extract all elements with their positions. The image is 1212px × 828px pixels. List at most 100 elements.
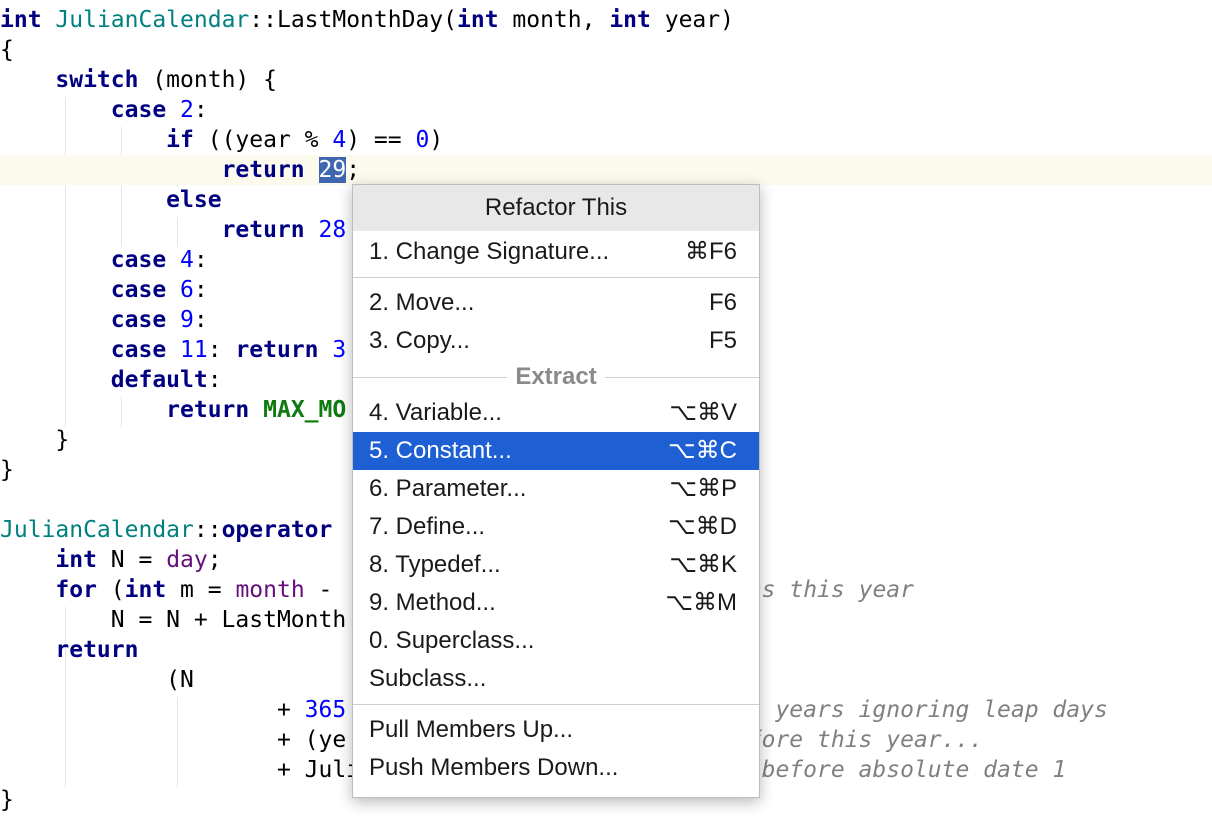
menu-item-shortcut: ⌥⌘M xyxy=(665,589,737,616)
code-token: 0 xyxy=(415,127,430,153)
menu-item-push-members-down[interactable]: Push Members Down... xyxy=(353,749,759,787)
menu-item-label: 4. Variable... xyxy=(369,399,502,426)
code-token: int xyxy=(0,7,42,33)
code-token: return xyxy=(235,337,319,363)
code-token: - xyxy=(304,577,347,603)
menu-item-shortcut: F6 xyxy=(708,289,737,316)
code-token: 6 xyxy=(180,277,194,303)
menu-item-parameter[interactable]: 6. Parameter... ⌥⌘P xyxy=(353,470,759,508)
menu-item-label: Pull Members Up... xyxy=(369,716,574,743)
code-token: 3 xyxy=(332,337,347,363)
code-token: : xyxy=(193,97,208,123)
menu-group-label: Extract xyxy=(507,362,605,392)
code-token: year) xyxy=(650,7,734,33)
code-token: N = xyxy=(96,547,167,573)
code-token: { xyxy=(0,37,14,63)
code-token: ::LastMonthDay( xyxy=(249,7,457,33)
code-line[interactable]: if ((year % 4) == 0) xyxy=(0,125,1212,155)
code-token: : xyxy=(207,367,222,393)
code-token: case xyxy=(110,247,167,273)
menu-item-method[interactable]: 9. Method... ⌥⌘M xyxy=(353,584,759,622)
code-line[interactable]: int JulianCalendar::LastMonthDay(int mon… xyxy=(0,5,1212,35)
code-token: N = N + LastMonth xyxy=(0,607,347,633)
code-token: case xyxy=(110,337,167,363)
code-token: int xyxy=(457,7,499,33)
refactor-this-popup: Refactor This 1. Change Signature... ⌘F6 2… xyxy=(352,184,760,798)
menu-item-define[interactable]: 7. Define... ⌥⌘D xyxy=(353,508,759,546)
code-token: } xyxy=(0,457,14,483)
code-line[interactable]: case 2: xyxy=(0,95,1212,125)
code-token: int xyxy=(55,547,97,573)
code-token: 9 xyxy=(180,307,194,333)
menu-item-superclass[interactable]: 0. Superclass... xyxy=(353,622,759,660)
code-token: month, xyxy=(498,7,610,33)
code-token: day xyxy=(166,547,208,573)
code-token: ( xyxy=(96,577,125,603)
code-token: case xyxy=(110,307,167,333)
menu-item-label: 3. Copy... xyxy=(369,327,470,354)
code-token: 4 xyxy=(180,247,194,273)
menu-item-subclass[interactable]: Subclass... xyxy=(353,660,759,698)
code-token: + Juli xyxy=(0,757,361,783)
menu-item-label: 0. Superclass... xyxy=(369,627,535,654)
code-line[interactable]: { xyxy=(0,35,1212,65)
code-token: MAX_MO xyxy=(263,397,347,423)
menu-item-move[interactable]: 2. Move... F6 xyxy=(353,284,759,322)
code-token: int xyxy=(124,577,167,603)
menu-item-label: Push Members Down... xyxy=(369,754,619,781)
code-token: for xyxy=(55,577,97,603)
code-token: } xyxy=(0,787,14,813)
code-token: month xyxy=(235,577,305,603)
code-token: if xyxy=(166,127,194,153)
code-token: 11 xyxy=(180,337,208,363)
code-token: switch xyxy=(55,67,139,93)
code-token: m = xyxy=(166,577,236,603)
code-token: ) xyxy=(429,127,444,153)
code-token: 365 xyxy=(304,697,347,723)
code-token: : xyxy=(207,337,236,363)
code-token: ((year % xyxy=(193,127,333,153)
code-token: } xyxy=(0,427,70,453)
code-token: : xyxy=(193,307,208,333)
selected-token: 29 xyxy=(318,157,347,183)
code-token: else xyxy=(166,187,222,213)
menu-item-variable[interactable]: 4. Variable... ⌥⌘V xyxy=(353,394,759,432)
code-token: ; xyxy=(207,547,222,573)
menu-item-shortcut: ⌘F6 xyxy=(684,238,737,265)
code-token: ; xyxy=(346,157,361,183)
code-line[interactable]: switch (month) { xyxy=(0,65,1212,95)
menu-item-pull-members-up[interactable]: Pull Members Up... xyxy=(353,711,759,749)
menu-item-label: Subclass... xyxy=(369,665,487,692)
menu-item-constant[interactable]: 5. Constant... ⌥⌘C xyxy=(353,432,759,470)
menu-item-change-signature[interactable]: 1. Change Signature... ⌘F6 xyxy=(353,233,759,271)
code-token: JulianCalendar xyxy=(0,517,194,543)
code-line[interactable]: return 29; xyxy=(0,155,1212,185)
code-token: 2 xyxy=(180,97,194,123)
menu-item-typedef[interactable]: 8. Typedef... ⌥⌘K xyxy=(353,546,759,584)
menu-item-copy[interactable]: 3. Copy... F5 xyxy=(353,322,759,360)
menu-separator xyxy=(353,704,759,705)
code-token: default xyxy=(110,367,208,393)
code-token: return xyxy=(166,397,250,423)
code-token: JulianCalendar xyxy=(55,7,250,33)
code-token: : xyxy=(193,247,208,273)
